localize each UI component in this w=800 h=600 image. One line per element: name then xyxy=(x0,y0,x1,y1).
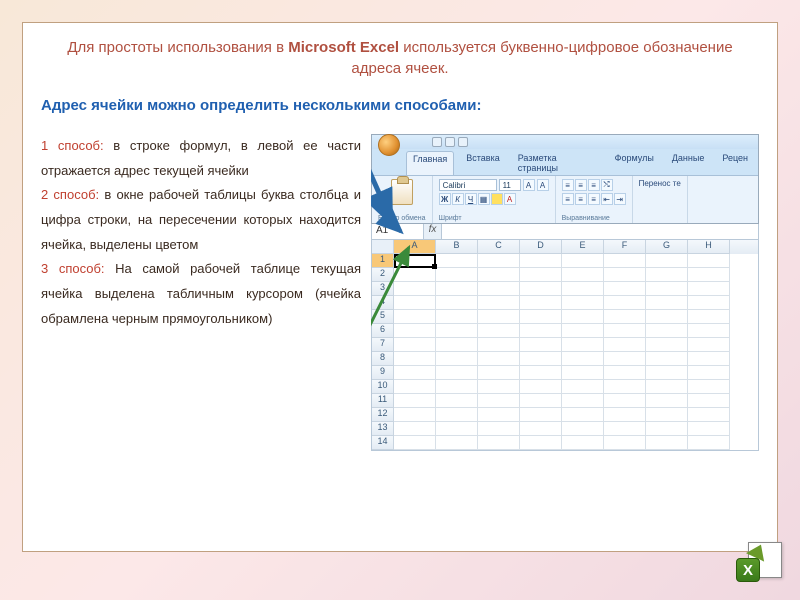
formula-bar-row: A1 fx xyxy=(371,224,759,240)
row-head-3[interactable]: 3 xyxy=(372,282,394,296)
row-head-7[interactable]: 7 xyxy=(372,338,394,352)
excel-logo-icon: X xyxy=(734,542,782,582)
slide-card: Для простоты использования в Microsoft E… xyxy=(22,22,778,552)
col-head-h[interactable]: H xyxy=(688,240,730,254)
group-clipboard: Буфер обмена xyxy=(372,176,433,223)
col-head-d[interactable]: D xyxy=(520,240,562,254)
method-2: 2 способ: в окне рабочей таблицы буква с… xyxy=(41,183,361,257)
row-head-2[interactable]: 2 xyxy=(372,268,394,282)
orientation-icon[interactable]: ⤭ xyxy=(601,179,613,191)
tab-formulas[interactable]: Формулы xyxy=(609,151,660,175)
col-head-c[interactable]: C xyxy=(478,240,520,254)
name-box[interactable]: A1 xyxy=(372,224,424,239)
row-head-9[interactable]: 9 xyxy=(372,366,394,380)
col-head-e[interactable]: E xyxy=(562,240,604,254)
bold-icon[interactable]: Ж xyxy=(439,193,451,205)
italic-icon[interactable]: К xyxy=(452,193,464,205)
row-head-4[interactable]: 4 xyxy=(372,296,394,310)
fill-color-icon[interactable] xyxy=(491,193,503,205)
method-1-label: 1 способ: xyxy=(41,138,104,153)
ribbon-tabs: Главная Вставка Разметка страницы Формул… xyxy=(372,149,758,175)
excel-screenshot: Главная Вставка Разметка страницы Формул… xyxy=(371,134,759,454)
align-bottom-icon[interactable]: ≡ xyxy=(588,179,600,191)
tab-data[interactable]: Данные xyxy=(666,151,711,175)
decrease-font-icon[interactable]: A xyxy=(537,179,549,191)
title-pre: Для простоты использования в xyxy=(67,39,288,56)
indent-dec-icon[interactable]: ⇤ xyxy=(601,193,613,205)
align-center-icon[interactable]: ≡ xyxy=(575,193,587,205)
tab-home[interactable]: Главная xyxy=(406,151,454,175)
group-alignment: ≡ ≡ ≡ ⤭ ≡ ≡ ≡ ⇤ ⇥ xyxy=(556,176,633,223)
method-1: 1 способ: в строке формул, в левой ее ча… xyxy=(41,134,361,183)
row-head-12[interactable]: 12 xyxy=(372,408,394,422)
row-head-13[interactable]: 13 xyxy=(372,422,394,436)
group-font-label: Шрифт xyxy=(439,215,462,222)
group-clipboard-label: Буфер обмена xyxy=(378,215,426,222)
col-head-g[interactable]: G xyxy=(646,240,688,254)
group-alignment-label: Выравнивание xyxy=(562,215,610,222)
row-headers: 1 2 3 4 5 6 7 8 9 10 11 12 13 14 xyxy=(372,254,394,450)
cells-area[interactable] xyxy=(394,254,730,450)
underline-icon[interactable]: Ч xyxy=(465,193,477,205)
worksheet-grid[interactable]: A B C D E F G H 1 2 3 4 5 6 xyxy=(371,240,759,451)
fx-icon[interactable]: fx xyxy=(424,224,442,239)
row-head-6[interactable]: 6 xyxy=(372,324,394,338)
excel-window: Главная Вставка Разметка страницы Формул… xyxy=(371,134,759,224)
title-post: используется буквенно-цифровое обозначен… xyxy=(351,39,732,77)
font-color-icon[interactable]: A xyxy=(504,193,516,205)
row-head-5[interactable]: 5 xyxy=(372,310,394,324)
row-head-10[interactable]: 10 xyxy=(372,380,394,394)
align-right-icon[interactable]: ≡ xyxy=(588,193,600,205)
font-size-select[interactable]: 11 xyxy=(499,179,521,191)
increase-font-icon[interactable]: A xyxy=(523,179,535,191)
align-middle-icon[interactable]: ≡ xyxy=(575,179,587,191)
select-all-corner[interactable] xyxy=(372,240,394,254)
methods-text: 1 способ: в строке формул, в левой ее ча… xyxy=(41,134,361,454)
grid-body: 1 2 3 4 5 6 7 8 9 10 11 12 13 14 xyxy=(372,254,758,450)
font-name-select[interactable]: Calibri xyxy=(439,179,497,191)
method-3-label: 3 способ: xyxy=(41,261,105,276)
align-left-icon[interactable]: ≡ xyxy=(562,193,574,205)
paste-icon[interactable] xyxy=(391,179,413,205)
content-row: 1 способ: в строке формул, в левой ее ча… xyxy=(41,134,759,454)
row-head-1[interactable]: 1 xyxy=(372,254,394,268)
quick-access-toolbar[interactable] xyxy=(432,137,468,147)
row-head-14[interactable]: 14 xyxy=(372,436,394,450)
indent-inc-icon[interactable]: ⇥ xyxy=(614,193,626,205)
column-headers: A B C D E F G H xyxy=(372,240,758,254)
group-wrap: Перенос те xyxy=(633,176,688,223)
group-font: Calibri 11 A A Ж К Ч ▦ A xyxy=(433,176,556,223)
tab-insert[interactable]: Вставка xyxy=(460,151,505,175)
method-3: 3 способ: На самой рабочей таблице текущ… xyxy=(41,257,361,331)
col-head-a[interactable]: A xyxy=(394,240,436,254)
tab-pagelayout[interactable]: Разметка страницы xyxy=(512,151,603,175)
align-top-icon[interactable]: ≡ xyxy=(562,179,574,191)
col-head-f[interactable]: F xyxy=(604,240,646,254)
page-title: Для простоты использования в Microsoft E… xyxy=(41,37,759,79)
office-button-icon[interactable] xyxy=(378,134,400,156)
ribbon: Буфер обмена Calibri 11 A A Ж xyxy=(372,175,758,223)
method-2-label: 2 способ: xyxy=(41,187,99,202)
subtitle: Адрес ячейки можно определить нескольким… xyxy=(41,97,759,114)
row-head-11[interactable]: 11 xyxy=(372,394,394,408)
wrap-text-button[interactable]: Перенос те xyxy=(639,179,681,188)
row-head-8[interactable]: 8 xyxy=(372,352,394,366)
titlebar xyxy=(372,135,758,149)
excel-logo-letter: X xyxy=(736,558,760,582)
border-icon[interactable]: ▦ xyxy=(478,193,490,205)
title-app: Microsoft Excel xyxy=(288,39,399,56)
formula-bar[interactable] xyxy=(442,224,758,239)
tab-review[interactable]: Рецен xyxy=(716,151,754,175)
col-head-b[interactable]: B xyxy=(436,240,478,254)
